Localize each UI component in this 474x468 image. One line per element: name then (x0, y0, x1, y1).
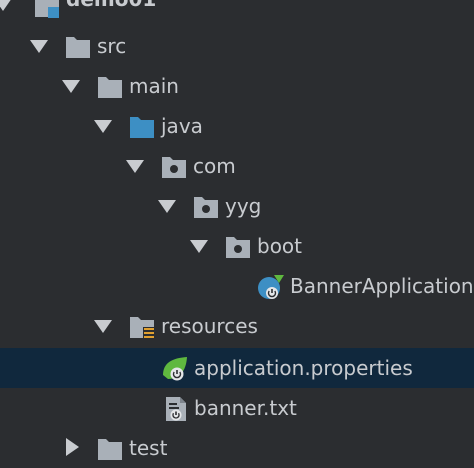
spring-properties-icon (163, 357, 187, 381)
expand-arrow-icon[interactable] (158, 200, 176, 213)
folder-icon (66, 37, 90, 58)
folder-icon (98, 439, 122, 460)
tree-label: main (129, 74, 179, 98)
package-icon (226, 237, 250, 258)
tree-label: yyg (225, 194, 262, 218)
tree-row-java[interactable]: java (0, 106, 474, 146)
tree-label: demo01 (66, 0, 156, 12)
tree-label: test (129, 436, 168, 460)
module-folder-icon (35, 0, 59, 18)
expand-arrow-icon[interactable] (94, 320, 112, 333)
expand-arrow-icon[interactable] (190, 240, 208, 253)
expand-arrow-icon[interactable] (30, 40, 48, 53)
tree-row-banner-txt[interactable]: banner.txt (0, 388, 474, 428)
expand-arrow-icon[interactable] (62, 80, 80, 93)
tree-row-boot[interactable]: boot (0, 226, 474, 266)
tree-label: BannerApplication (290, 274, 474, 298)
tree-row-com[interactable]: com (0, 146, 474, 186)
tree-label: application.properties (194, 356, 413, 380)
text-file-icon (166, 397, 186, 421)
source-folder-icon (130, 117, 154, 138)
tree-row-resources[interactable]: resources (0, 306, 474, 346)
resources-folder-icon (130, 317, 154, 339)
tree-row-banner-application[interactable]: BannerApplication (0, 266, 474, 306)
project-tree: demo01 src main java com (0, 0, 474, 460)
tree-label: boot (257, 234, 303, 258)
package-icon (162, 157, 186, 178)
folder-icon (98, 77, 122, 98)
expand-arrow-icon[interactable] (126, 160, 144, 173)
tree-row-application-properties[interactable]: application.properties (0, 348, 474, 388)
package-icon (194, 197, 218, 218)
tree-label: banner.txt (194, 396, 297, 420)
tree-label: com (193, 154, 236, 178)
collapse-arrow-icon[interactable] (66, 438, 79, 456)
tree-row-src[interactable]: src (0, 26, 474, 66)
tree-label: resources (161, 314, 258, 338)
tree-row-yyg[interactable]: yyg (0, 186, 474, 226)
tree-row-test[interactable]: test (0, 428, 474, 468)
spring-boot-class-icon (258, 275, 284, 299)
expand-arrow-icon[interactable] (94, 120, 112, 133)
tree-label: src (97, 34, 127, 58)
tree-row-main[interactable]: main (0, 66, 474, 106)
tree-label: java (161, 114, 203, 138)
tree-row-demo01[interactable]: demo01 (0, 0, 474, 20)
expand-arrow-icon[interactable] (0, 0, 12, 11)
